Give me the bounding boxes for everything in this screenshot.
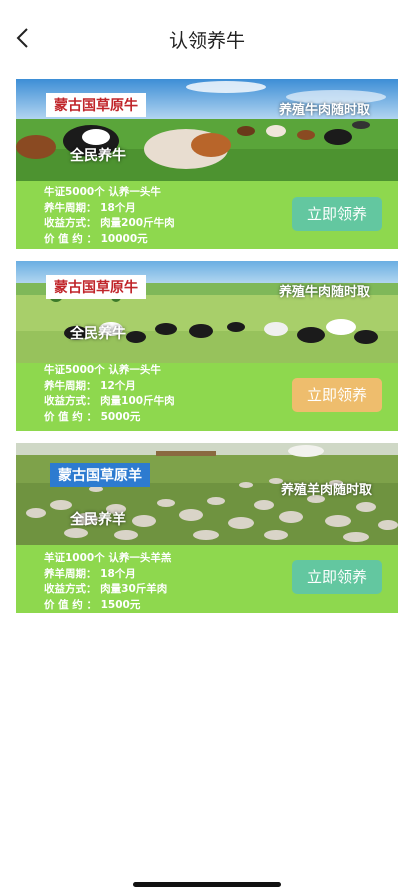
adopt-now-button[interactable]: 立即领养 [292,560,382,594]
adoption-card-cattle-12m[interactable]: 蒙古国草原牛 养殖牛肉随时取 全民养牛 牛证5000个 认养一头牛 养牛周期： … [16,261,398,431]
adopt-now-button[interactable]: 立即领养 [292,197,382,231]
home-indicator[interactable] [133,882,281,887]
navigation-bar: 认领养牛 [0,0,414,78]
detail-value: 价 值 约 ： 5000元 [44,410,141,423]
detail-period: 养牛周期： 18个月 [44,201,136,214]
adopt-now-button[interactable]: 立即领养 [292,378,382,412]
campaign-tag: 全民养羊 [70,512,126,528]
detail-return: 收益方式： 肉量30斤羊肉 [44,583,168,595]
origin-badge: 蒙古国草原牛 [46,93,146,117]
detail-certificates: 牛证5000个 认养一头牛 [44,364,161,376]
adoption-card-sheep-18m[interactable]: 蒙古国草原羊 养殖羊肉随时取 全民养羊 羊证1000个 认养一头羊羔 养羊周期：… [16,443,398,613]
detail-return: 收益方式： 肉量100斤牛肉 [44,395,175,407]
detail-value: 价 值 约 ： 1500元 [44,598,141,611]
card-details: 牛证5000个 认养一头牛 养牛周期： 12个月 收益方式： 肉量100斤牛肉 … [44,363,175,425]
slogan-text: 养殖牛肉随时取 [278,103,370,118]
adoption-card-cattle-18m[interactable]: 蒙古国草原牛 养殖牛肉随时取 全民养牛 牛证5000个 认养一头牛 养牛周期： … [16,79,398,249]
slogan-text: 养殖牛肉随时取 [278,285,370,300]
card-details: 羊证1000个 认养一头羊羔 养羊周期： 18个月 收益方式： 肉量30斤羊肉 … [44,551,171,613]
page-title: 认领养牛 [168,30,245,52]
detail-period: 养羊周期： 18个月 [44,567,136,580]
card-details: 牛证5000个 认养一头牛 养牛周期： 18个月 收益方式： 肉量200斤牛肉 … [44,185,175,247]
detail-value: 价 值 约 ： 10000元 [44,232,148,245]
detail-certificates: 牛证5000个 认养一头牛 [44,186,161,198]
detail-period: 养牛周期： 12个月 [44,379,136,392]
detail-certificates: 羊证1000个 认养一头羊羔 [44,552,172,564]
campaign-tag: 全民养牛 [70,326,126,342]
slogan-text: 养殖羊肉随时取 [280,483,372,498]
origin-badge: 蒙古国草原牛 [46,275,146,299]
detail-return: 收益方式： 肉量200斤牛肉 [44,217,175,229]
origin-badge: 蒙古国草原羊 [50,463,150,487]
campaign-tag: 全民养牛 [70,148,126,164]
